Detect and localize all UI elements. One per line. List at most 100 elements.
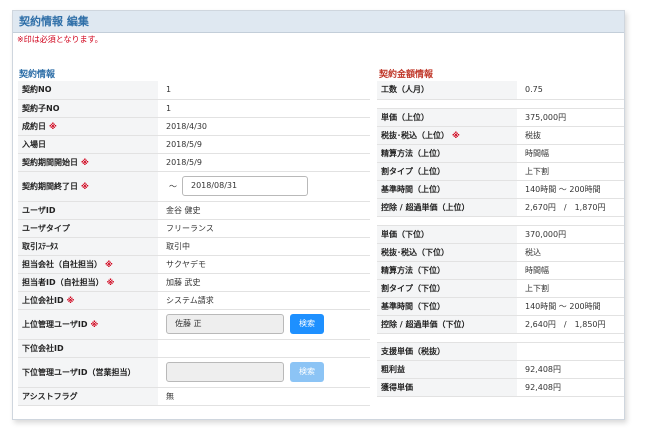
field-label-cell: 担当者ID（自社担当） ※ [18, 273, 158, 292]
field-label: 下位会社ID [22, 343, 64, 353]
table-row: 割タイプ（下位） 上下割 [377, 279, 624, 298]
table-row: 精算方法（上位） 時間幅 [377, 144, 624, 163]
field-label-cell: 上位会社ID ※ [18, 291, 158, 310]
table-row: 税抜･税込（下位） 税込 [377, 243, 624, 262]
field-label: 控除 / 超過単価（下位） [381, 319, 470, 329]
spacer-cell [377, 99, 517, 109]
field-value: 2018/5/9 [166, 139, 202, 149]
table-row: 基準時間（上位） 140時間 〜 200時間 [377, 180, 624, 199]
required-mark: ※ [81, 157, 89, 167]
field-value: 上下割 [525, 283, 549, 293]
field-label: 工数（人月） [381, 85, 429, 95]
table-row: 契約NO 1 [18, 81, 370, 100]
table-row: 単価（上位） 375,000円 [377, 108, 624, 127]
field-label: ユーザタイプ [22, 223, 70, 233]
field-label: 控除 / 超過単価（上位） [381, 202, 470, 212]
field-value: 92,408円 [525, 364, 561, 374]
field-value-cell: 上下割 [517, 162, 624, 181]
contract-end-date-input[interactable]: 2018/08/31 [182, 176, 308, 196]
field-label-cell: 契約NO [18, 81, 158, 100]
field-label-cell: 基準時間（上位） [377, 180, 517, 199]
field-label-cell: 獲得単価 [377, 378, 517, 397]
field-label: 粗利益 [381, 364, 405, 374]
required-mark: ※ [452, 130, 460, 140]
field-label-cell: 割タイプ（下位） [377, 279, 517, 298]
field-label-cell: ユーザID [18, 201, 158, 220]
table-row: 下位管理ユーザID（営業担当） 検索 [18, 357, 370, 388]
field-value: 時間幅 [525, 148, 549, 158]
field-value: 1 [166, 103, 172, 113]
table-row: 控除 / 超過単価（上位） 2,670円 / 1,870円 [377, 198, 624, 217]
field-label: 契約NO [22, 85, 52, 95]
table-row: 担当会社（自社担当） ※ サクヤデモ [18, 255, 370, 274]
field-value-cell: 140時間 〜 200時間 [517, 297, 624, 316]
field-label: 担当者ID（自社担当） [22, 277, 104, 287]
field-value-cell [517, 342, 624, 361]
section-title-contract: 契約情報 [19, 70, 56, 80]
required-mark: ※ [66, 295, 75, 305]
tilde-separator: 〜 [169, 181, 177, 191]
field-value: 370,000円 [525, 229, 567, 239]
field-value-cell: 上下割 [517, 279, 624, 298]
field-label-cell: 税抜･税込（上位） ※ [377, 126, 517, 145]
table-row: 契約期間終了日 ※ 〜 2018/08/31 [18, 171, 370, 202]
field-label-cell: 控除 / 超過単価（上位） [377, 198, 517, 217]
field-label-cell: 控除 / 超過単価（下位） [377, 315, 517, 334]
field-value: 2018/5/9 [166, 157, 202, 167]
field-label: ユーザID [22, 205, 56, 215]
field-value: 税抜 [525, 130, 541, 140]
field-label: 上位管理ユーザID [22, 319, 88, 329]
spacer-cell [517, 333, 624, 343]
field-value-cell: 時間幅 [517, 144, 624, 163]
table-row: 下位会社ID [18, 339, 370, 358]
user-id-input[interactable] [166, 362, 284, 382]
contract-info-table: 契約NO 1 契約子NO 1 成約日 ※ 2018/4/30 入場日 2018/5/9 契約期間開… [18, 81, 370, 406]
field-label: 割タイプ（上位） [381, 166, 445, 176]
field-label: 単価（上位） [381, 112, 429, 122]
table-row: 工数（人月） 0.75 [377, 81, 624, 100]
spacer-cell [377, 333, 517, 343]
field-value: 140時間 〜 200時間 [525, 184, 601, 194]
field-value: 時間幅 [525, 265, 549, 275]
field-value-cell: 2,640円 / 1,850円 [517, 315, 624, 334]
field-value: 加藤 武史 [166, 277, 201, 287]
field-value-cell: 2018/5/9 [158, 153, 370, 172]
field-value-cell: 税抜 [517, 126, 624, 145]
field-value: 税込 [525, 247, 541, 257]
field-label-cell: 契約期間開始日 ※ [18, 153, 158, 172]
table-row: 支援単価（税抜） [377, 342, 624, 361]
group-spacer [377, 333, 624, 343]
page-title: 契約情報 編集 [13, 11, 624, 33]
required-mark: ※ [81, 181, 89, 191]
table-row: 粗利益 92,408円 [377, 360, 624, 379]
field-label: 担当会社（自社担当） [22, 259, 102, 269]
group-spacer [377, 216, 624, 226]
table-row: 担当者ID（自社担当） ※ 加藤 武史 [18, 273, 370, 292]
field-value-cell: 2018/4/30 [158, 117, 370, 136]
field-label-cell: 上位管理ユーザID ※ [18, 309, 158, 340]
spacer-cell [517, 99, 624, 109]
search-button[interactable]: 検索 [290, 314, 324, 334]
field-label-cell: 担当会社（自社担当） ※ [18, 255, 158, 274]
field-value-cell: 2,670円 / 1,870円 [517, 198, 624, 217]
field-label: 契約期間終了日 [22, 181, 78, 191]
field-label: 取引ｽﾃｰﾀｽ [22, 241, 58, 251]
user-id-input[interactable]: 佐藤 正 [166, 314, 284, 334]
required-mark: ※ [105, 259, 113, 269]
table-row: 契約期間開始日 ※ 2018/5/9 [18, 153, 370, 172]
search-button[interactable]: 検索 [290, 362, 324, 382]
field-label: 入場日 [22, 139, 46, 149]
field-value-cell: 佐藤 正検索 [158, 309, 370, 340]
table-row: 上位会社ID ※ システム請求 [18, 291, 370, 310]
required-mark: ※ [106, 277, 115, 287]
field-label-cell: 粗利益 [377, 360, 517, 379]
table-row: 取引ｽﾃｰﾀｽ 取引中 [18, 237, 370, 256]
required-note: ※印は必須となります。 [17, 35, 103, 44]
field-value: 92,408円 [525, 382, 561, 392]
field-label-cell: 成約日 ※ [18, 117, 158, 136]
field-label: 下位管理ユーザID（営業担当） [22, 367, 136, 377]
table-row: 控除 / 超過単価（下位） 2,640円 / 1,850円 [377, 315, 624, 334]
required-mark: ※ [90, 319, 99, 329]
field-label-cell: 税抜･税込（下位） [377, 243, 517, 262]
contract-edit-panel: 契約情報 編集 ※印は必須となります。 契約情報 契約金額情報 契約NO 1 契約子… [12, 10, 625, 420]
